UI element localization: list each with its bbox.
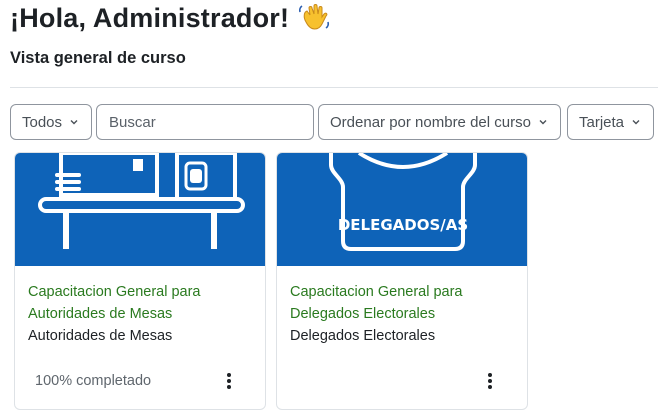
course-info: Capacitacion General para Autoridades de… xyxy=(28,281,257,347)
course-category: Delegados Electorales xyxy=(290,328,436,344)
section-divider xyxy=(10,87,658,88)
sort-dropdown-label: Ordenar por nombre del curso xyxy=(330,113,531,131)
chevron-down-icon xyxy=(632,120,640,125)
course-card: DELEGADOS/AS Capacitacion General para D… xyxy=(276,152,528,410)
course-image[interactable]: DELEGADOS/AS xyxy=(277,153,527,266)
chevron-down-icon xyxy=(539,120,547,125)
voting-table-illustration xyxy=(38,153,245,249)
course-info: Capacitacion General para Delegados Elec… xyxy=(290,281,519,347)
search-field[interactable] xyxy=(96,104,314,140)
course-category: Autoridades de Mesas xyxy=(28,328,173,344)
course-actions-menu-icon[interactable] xyxy=(482,371,498,391)
view-dropdown-label: Tarjeta xyxy=(579,113,625,131)
search-input[interactable] xyxy=(109,113,301,131)
grouping-dropdown-label: Todos xyxy=(22,113,63,131)
view-dropdown[interactable]: Tarjeta xyxy=(567,104,654,140)
page-greeting: ¡Hola, Administrador! xyxy=(10,1,331,35)
course-card: Capacitacion General para Autoridades de… xyxy=(14,152,266,410)
sort-dropdown[interactable]: Ordenar por nombre del curso xyxy=(318,104,561,140)
course-title-link[interactable]: Capacitacion General para Autoridades de… xyxy=(28,281,257,325)
greeting-title: ¡Hola, Administrador! xyxy=(10,2,290,33)
course-actions-menu-icon[interactable] xyxy=(221,371,237,391)
delegate-vest-illustration: DELEGADOS/AS xyxy=(329,153,477,251)
course-title-link[interactable]: Capacitacion General para Delegados Elec… xyxy=(290,281,519,325)
course-image[interactable] xyxy=(15,153,265,266)
course-controls: Todos Ordenar por nombre del curso Tarje… xyxy=(0,104,658,140)
course-progress-text: 100% completado xyxy=(35,373,152,389)
waving-hand-icon xyxy=(299,4,330,30)
chevron-down-icon xyxy=(70,120,78,125)
grouping-dropdown[interactable]: Todos xyxy=(10,104,92,140)
course-overview-title: Vista general de curso xyxy=(10,49,186,67)
vest-text: DELEGADOS/AS xyxy=(338,216,468,234)
